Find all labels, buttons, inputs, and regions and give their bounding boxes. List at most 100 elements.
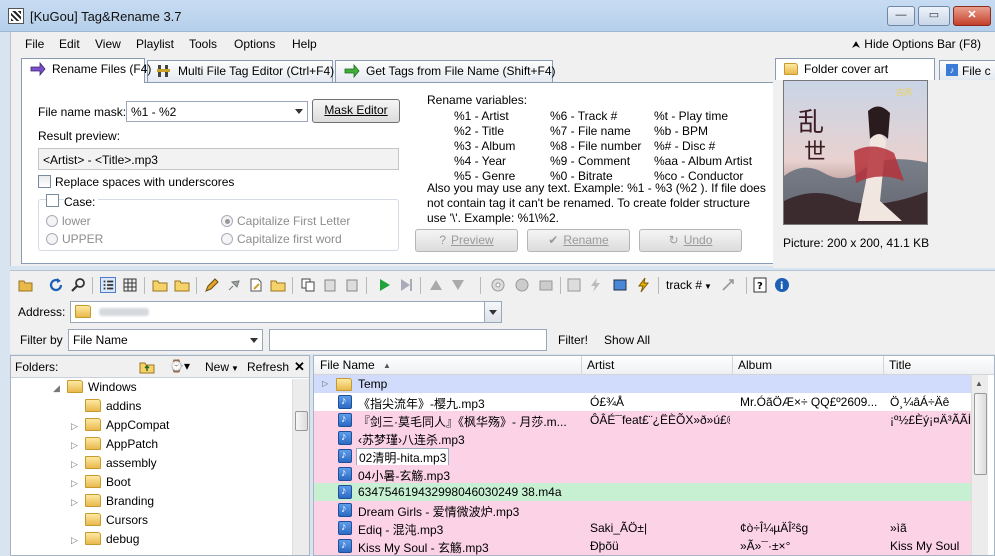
- tab-get-tags-from-file-name[interactable]: Get Tags from File Name (Shift+F4): [335, 60, 556, 82]
- database-icon[interactable]: [538, 277, 554, 293]
- tab-folder-cover-art[interactable]: Folder cover art: [775, 58, 935, 80]
- close-folders-icon[interactable]: ✕: [294, 359, 305, 375]
- column-title[interactable]: Title: [889, 358, 911, 372]
- tag-refresh-icon[interactable]: [566, 277, 582, 293]
- table-row[interactable]: Ediq - 混沌.mp3 Saki_ÃÖ±| ¢ò÷Î¼µÄÎ²ŝg »ìã: [314, 519, 971, 537]
- file-list-scroll-thumb[interactable]: [974, 393, 987, 475]
- windows-icon[interactable]: [612, 277, 628, 293]
- upper-radio[interactable]: [46, 233, 58, 245]
- tree-item-addins[interactable]: addins: [85, 399, 141, 418]
- pin-icon[interactable]: [226, 277, 242, 293]
- table-row[interactable]: Dream Girls - 爱情微波炉.mp3: [314, 501, 971, 519]
- table-row[interactable]: 《指尖流年》-樱九.mp3 Ó£¾Å Mr.ÓãÖÆ×÷ QQ£º2609...…: [314, 393, 971, 411]
- close-button[interactable]: ✕: [953, 6, 991, 26]
- mask-combo[interactable]: %1 - %2: [126, 101, 308, 122]
- table-row[interactable]: Kiss My Soul - 玄觞.mp3 Ðþõü »Ã»¯·±×° Kiss…: [314, 537, 971, 555]
- menu-view[interactable]: View: [95, 37, 121, 51]
- disc-info-icon[interactable]: [514, 277, 530, 293]
- move-up-icon[interactable]: [428, 277, 444, 293]
- tree-item-windows[interactable]: Windows: [67, 380, 137, 399]
- paste-icon[interactable]: [322, 277, 338, 293]
- auto-number-icon[interactable]: [720, 277, 736, 293]
- preview-button[interactable]: ? Preview: [415, 229, 518, 252]
- paste-special-icon[interactable]: [344, 277, 360, 293]
- menu-playlist[interactable]: Playlist: [136, 37, 174, 51]
- collapsed-arrow-icon[interactable]: ▷: [71, 497, 78, 508]
- search-icon[interactable]: [70, 277, 86, 293]
- maximize-button[interactable]: ▭: [918, 6, 950, 26]
- address-combo[interactable]: [70, 301, 502, 323]
- cd-icon[interactable]: [490, 277, 506, 293]
- column-separator[interactable]: [581, 356, 582, 375]
- column-artist[interactable]: Artist: [587, 358, 614, 372]
- capitalize-first-word-radio[interactable]: [221, 233, 233, 245]
- tree-item-debug[interactable]: debug: [85, 532, 139, 551]
- folder-row-temp[interactable]: ▷ Temp: [314, 375, 971, 393]
- file-list-scrollbar[interactable]: ▲: [971, 375, 988, 555]
- column-file-name[interactable]: File Name: [320, 358, 375, 372]
- collapsed-arrow-icon[interactable]: ▷: [71, 440, 78, 451]
- tab-file-cover[interactable]: ♪ File c: [939, 60, 995, 80]
- table-row[interactable]: 02清明-hita.mp3: [314, 447, 971, 465]
- show-all-button[interactable]: Show All: [604, 333, 650, 347]
- move-down-icon[interactable]: [450, 277, 466, 293]
- column-separator[interactable]: [883, 356, 884, 375]
- pencil-icon[interactable]: [204, 277, 220, 293]
- grid-view-icon[interactable]: [122, 277, 138, 293]
- minimize-button[interactable]: —: [887, 6, 915, 26]
- help-icon[interactable]: ?: [752, 277, 768, 293]
- new-folder-button[interactable]: New ▼: [205, 360, 239, 374]
- collapsed-arrow-icon[interactable]: ▷: [71, 459, 78, 470]
- filter-text-input[interactable]: [269, 329, 547, 351]
- collapsed-arrow-icon[interactable]: ▷: [71, 478, 78, 489]
- case-checkbox[interactable]: [46, 194, 59, 207]
- lightning-icon[interactable]: [588, 277, 604, 293]
- table-row[interactable]: 634754619432998046030249 38.m4a: [314, 483, 971, 501]
- refresh-folders-button[interactable]: Refresh: [247, 360, 289, 374]
- undo-button[interactable]: ↻ Undo: [639, 229, 742, 252]
- collapsed-arrow-icon[interactable]: ▷: [322, 379, 328, 388]
- track-number-dropdown[interactable]: track # ▼: [666, 278, 712, 292]
- tree-item-boot[interactable]: Boot: [85, 475, 131, 494]
- capitalize-first-letter-radio[interactable]: [221, 215, 233, 227]
- address-dropdown-button[interactable]: [484, 302, 501, 322]
- menu-options[interactable]: Options: [234, 37, 275, 51]
- column-album[interactable]: Album: [738, 358, 772, 372]
- lower-radio[interactable]: [46, 215, 58, 227]
- refresh-icon[interactable]: [48, 277, 64, 293]
- column-separator[interactable]: [732, 356, 733, 375]
- up-folder-icon[interactable]: [139, 359, 155, 375]
- tree-item-appcompat[interactable]: AppCompat: [85, 418, 169, 437]
- collapsed-arrow-icon[interactable]: ▷: [71, 535, 78, 546]
- tag-lightning-icon[interactable]: [636, 277, 652, 293]
- collapsed-arrow-icon[interactable]: ▷: [71, 421, 78, 432]
- menu-file[interactable]: File: [25, 37, 44, 51]
- table-row[interactable]: ‹苏梦瑾›八连杀.mp3: [314, 429, 971, 447]
- scroll-up-icon[interactable]: ▲: [975, 379, 983, 388]
- tab-rename-files[interactable]: Rename Files (F4): [21, 58, 151, 83]
- edit-document-icon[interactable]: [248, 277, 264, 293]
- tree-item-assembly[interactable]: assembly: [85, 456, 157, 475]
- open-folder-icon[interactable]: [18, 277, 34, 293]
- copy-icon[interactable]: [300, 277, 316, 293]
- rename-button[interactable]: ✔ Rename: [527, 229, 630, 252]
- filter-button[interactable]: Filter!: [558, 333, 588, 347]
- expanded-arrow-icon[interactable]: ◢: [53, 383, 60, 394]
- folders-scroll-thumb[interactable]: [295, 411, 308, 431]
- menu-help[interactable]: Help: [292, 37, 317, 51]
- folder-alt-icon[interactable]: [174, 277, 190, 293]
- hide-options-bar-button[interactable]: ⮝ Hide Options Bar (F8): [852, 37, 981, 51]
- folder-open-icon[interactable]: [270, 277, 286, 293]
- tab-multi-file-tag-editor[interactable]: Multi File Tag Editor (Ctrl+F4): [147, 60, 334, 82]
- info-icon[interactable]: i: [774, 277, 790, 293]
- table-row[interactable]: 『剑三·莫毛同人』《枫华殇》- 月莎.m... ÔÂÉ¯feat£¨¿ËÈÕX»…: [314, 411, 971, 429]
- menu-edit[interactable]: Edit: [59, 37, 80, 51]
- menu-tools[interactable]: Tools: [189, 37, 217, 51]
- history-icon[interactable]: ⌚▾: [169, 359, 190, 373]
- list-view-icon[interactable]: [100, 277, 116, 293]
- folder-icon[interactable]: [152, 277, 168, 293]
- play-next-icon[interactable]: [398, 277, 414, 293]
- replace-spaces-checkbox[interactable]: [38, 175, 51, 188]
- folders-scrollbar[interactable]: [292, 379, 309, 555]
- play-icon[interactable]: [376, 277, 392, 293]
